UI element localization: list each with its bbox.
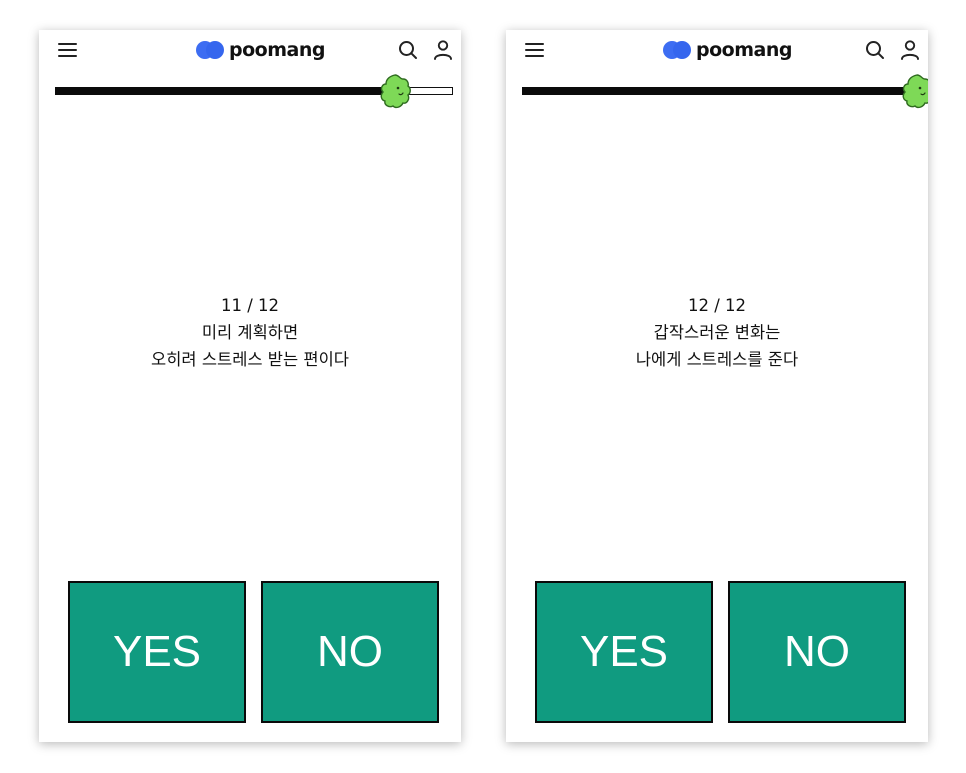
no-button[interactable]: NO: [261, 581, 439, 723]
quiz-progress-bar: [55, 74, 453, 109]
question-line-2: 오히려 스트레스 받는 편이다: [151, 350, 349, 369]
hamburger-menu-icon[interactable]: [525, 43, 544, 57]
question-block: 11 / 12 미리 계획하면 오히려 스트레스 받는 편이다: [39, 292, 461, 373]
top-navigation-bar: poomang: [506, 30, 928, 70]
yes-button[interactable]: YES: [68, 581, 246, 723]
search-icon[interactable]: [398, 40, 418, 60]
question-counter: 12 / 12: [687, 296, 747, 315]
question-line-2: 나에게 스트레스를 준다: [635, 350, 799, 369]
quiz-screen-right: poomang 12 / 12 갑작스러운 변화는 나에게 스트레스를 준다 Y…: [506, 30, 928, 742]
brand-name: poomang: [229, 39, 325, 61]
user-icon[interactable]: [432, 39, 454, 61]
green-blob-character-icon: [380, 74, 411, 109]
brand-logo-mark: [663, 41, 691, 59]
top-navigation-bar: poomang: [39, 30, 461, 70]
brand-name: poomang: [696, 39, 792, 61]
question-line-1: 갑작스러운 변화는: [653, 323, 781, 342]
question-line-1: 미리 계획하면: [201, 323, 299, 342]
progress-fill: [55, 87, 398, 95]
comparison-stage: poomang 11 / 12 미리 계획하면 오히려 스트레스 받는 편이다 …: [0, 0, 966, 773]
brand-logo[interactable]: poomang: [663, 38, 792, 62]
yes-button[interactable]: YES: [535, 581, 713, 723]
progress-fill: [522, 87, 920, 95]
search-icon[interactable]: [865, 40, 885, 60]
question-block: 12 / 12 갑작스러운 변화는 나에게 스트레스를 준다: [506, 292, 928, 373]
quiz-screen-left: poomang 11 / 12 미리 계획하면 오히려 스트레스 받는 편이다 …: [39, 30, 461, 742]
brand-logo[interactable]: poomang: [196, 38, 325, 62]
hamburger-menu-icon[interactable]: [58, 43, 77, 57]
question-counter: 11 / 12: [220, 296, 280, 315]
brand-logo-mark: [196, 41, 224, 59]
user-icon[interactable]: [899, 39, 921, 61]
no-button[interactable]: NO: [728, 581, 906, 723]
quiz-progress-bar: [522, 74, 928, 109]
green-blob-character-icon: [902, 74, 928, 109]
